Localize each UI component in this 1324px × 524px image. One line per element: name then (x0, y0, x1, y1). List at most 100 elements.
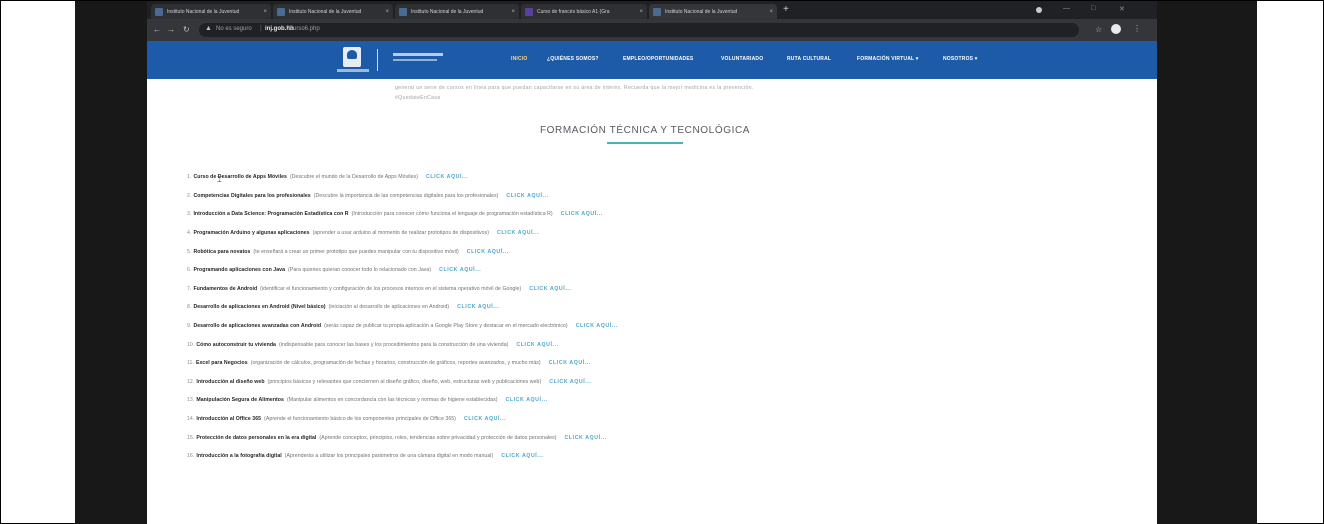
course-name: Competencias Digitales para los profesio… (193, 192, 311, 199)
url-separator: | (260, 25, 262, 32)
maximize-icon[interactable]: □ (1091, 5, 1095, 12)
course-description: (Introducción para conocer cómo funciona… (351, 211, 553, 218)
course-description: (Aprenderás a utilizar los principales p… (284, 453, 494, 460)
list-item: 2. Competencias Digitales para los profes… (187, 187, 618, 206)
address-bar[interactable]: ▲ No es seguro | inj.gob.hn /Curso6.php (199, 23, 1079, 37)
click-here-link[interactable]: CLICK AQUÍ... (467, 249, 509, 255)
course-name: Introducción a la fotografía digital (196, 453, 282, 460)
site-navbar: INICIO ¿QUIÉNES SOMOS? EMPLEO/OPORTUNIDA… (147, 41, 1157, 79)
institution-logo[interactable] (343, 47, 361, 67)
title-underline (607, 142, 683, 144)
click-here-link[interactable]: CLICK AQUÍ... (506, 193, 548, 199)
nav-item-quienes-somos[interactable]: ¿QUIÉNES SOMOS? (547, 56, 599, 62)
click-here-link[interactable]: CLICK AQUÍ... (516, 342, 558, 348)
site-favicon-icon (277, 7, 285, 16)
course-number: 10. (187, 341, 195, 348)
course-description: (principios básicos y relevantes que con… (267, 378, 542, 385)
course-number: 15. (187, 434, 195, 441)
click-here-link[interactable]: CLICK AQUÍ... (561, 211, 603, 217)
course-description: (indispensable para conocer las bases y … (278, 341, 509, 348)
nav-item-nosotros[interactable]: NOSOTROS ▾ (943, 56, 978, 62)
tab-title: Instituto Nacional de la Juventud (411, 8, 484, 15)
tab-close-icon[interactable]: × (769, 9, 773, 15)
tab-close-icon[interactable]: × (639, 9, 643, 15)
tab-strip: Instituto Nacional de la Juventud × Inst… (147, 1, 1157, 19)
course-description: (identificar el funcionamiento y configu… (260, 285, 522, 292)
list-item: 7. Fundamentos de Android (identificar el … (187, 280, 618, 299)
logo-wordmark[interactable] (393, 53, 443, 56)
browser-tab[interactable]: Curso de francés básico A1 (Gra × (521, 4, 647, 19)
list-item: 16. Introducción a la fotografía digital(… (187, 447, 618, 466)
course-name: Curso de Desarrollo de Apps Móviles (193, 174, 287, 181)
course-name: Desarrollo de aplicaciones avanzadas con… (193, 323, 322, 330)
click-here-link[interactable]: CLICK AQUÍ... (497, 230, 539, 236)
close-window-icon[interactable]: ✕ (1119, 5, 1125, 13)
course-number: 8. (187, 304, 192, 311)
tab-title: Instituto Nacional de la Juventud (167, 8, 240, 15)
click-here-link[interactable]: CLICK AQUÍ... (457, 304, 499, 310)
tab-title: Curso de francés básico A1 (Gra (537, 8, 610, 15)
course-name: Robótica para novatos (193, 248, 251, 255)
browser-toolbar: ← → ↻ ▲ No es seguro | inj.gob.hn /Curso… (147, 19, 1157, 41)
click-here-link[interactable]: CLICK AQUÍ... (426, 174, 468, 180)
course-number: 12. (187, 378, 195, 385)
warning-icon[interactable]: ▲ (205, 25, 212, 32)
new-tab-icon[interactable]: + (783, 4, 789, 16)
tab-title: Instituto Nacional de la Juventud (665, 8, 738, 15)
reload-icon[interactable]: ↻ (183, 25, 190, 34)
minimize-icon[interactable]: — (1063, 5, 1070, 12)
course-name: Desarrollo de aplicaciones en Android (N… (193, 304, 326, 311)
tab-close-icon[interactable]: × (385, 9, 389, 15)
recording-indicator-icon (1036, 7, 1042, 13)
tab-close-icon[interactable]: × (511, 9, 515, 15)
browser-tab[interactable]: Instituto Nacional de la Juventud × (395, 4, 519, 19)
nav-item-formacion-virtual[interactable]: FORMACIÓN VIRTUAL ▾ (857, 56, 919, 62)
course-number: 2. (187, 192, 192, 199)
click-here-link[interactable]: CLICK AQUÍ... (529, 286, 571, 292)
url-path[interactable]: /Curso6.php (287, 26, 320, 32)
course-description: (te enseñará a crear un primer prototipo… (253, 248, 459, 255)
click-here-link[interactable]: CLICK AQUÍ... (464, 416, 506, 422)
click-here-link[interactable]: CLICK AQUÍ... (549, 360, 591, 366)
course-number: 7. (187, 285, 192, 292)
tab-close-icon[interactable]: × (263, 9, 267, 15)
intro-text: general un serie de cursos en línea para… (395, 83, 925, 103)
site-favicon-icon (653, 7, 661, 16)
security-label[interactable]: No es seguro (216, 26, 252, 32)
logo-wordmark-sub (393, 59, 437, 61)
course-description: (iniciación al desarrollo de aplicacione… (328, 304, 450, 311)
menu-icon[interactable]: ⋮ (1133, 24, 1141, 33)
list-item: 12. Introducción al diseño web (principios… (187, 373, 618, 392)
click-here-link[interactable]: CLICK AQUÍ... (565, 435, 607, 441)
star-icon[interactable]: ☆ (1095, 25, 1102, 34)
click-here-link[interactable]: CLICK AQUÍ... (439, 267, 481, 273)
right-letterbox (1157, 1, 1257, 524)
course-number: 5. (187, 248, 192, 255)
click-here-link[interactable]: CLICK AQUÍ... (506, 397, 548, 403)
browser-tab[interactable]: Instituto Nacional de la Juventud × (273, 4, 393, 19)
back-icon[interactable]: ← (153, 25, 161, 34)
left-letterbox (75, 1, 147, 524)
profile-icon[interactable] (1111, 24, 1121, 34)
course-name: Excel para Negocios (195, 360, 248, 367)
course-number: 1. (187, 174, 192, 181)
click-here-link[interactable]: CLICK AQUÍ... (549, 379, 591, 385)
click-here-link[interactable]: CLICK AQUÍ... (501, 453, 543, 459)
nav-item-ruta-cultural[interactable]: RUTA CULTURAL (787, 56, 831, 62)
forward-icon[interactable]: → (167, 25, 175, 34)
section-title: FORMACIÓN TÉCNICA Y TECNOLÓGICA (539, 125, 751, 136)
nav-item-inicio[interactable]: INICIO (511, 56, 527, 62)
click-here-link[interactable]: CLICK AQUÍ... (576, 323, 618, 329)
list-item: 10. Cómo autoconstruir tu vivienda (indisp… (187, 335, 618, 354)
site-favicon-icon (155, 7, 163, 16)
browser-tab[interactable]: Instituto Nacional de la Juventud × (151, 4, 271, 19)
course-description: (Manipular alimentos en concordancia con… (286, 397, 498, 404)
site-favicon-icon (399, 7, 407, 16)
browser-tab-active[interactable]: Instituto Nacional de la Juventud × (649, 4, 777, 19)
course-name: Introducción al Office 365 (196, 416, 262, 423)
nav-item-voluntariado[interactable]: VOLUNTARIADO (721, 56, 763, 62)
list-item: 11. Excel para Negocios (organización de c… (187, 354, 618, 373)
course-description: (Aprende conceptos, principios, roles, t… (319, 434, 557, 441)
nav-item-empleo[interactable]: EMPLEO/OPORTUNIDADES (623, 56, 693, 62)
list-item: 14. Introducción al Office 365 (Aprende el… (187, 410, 618, 429)
